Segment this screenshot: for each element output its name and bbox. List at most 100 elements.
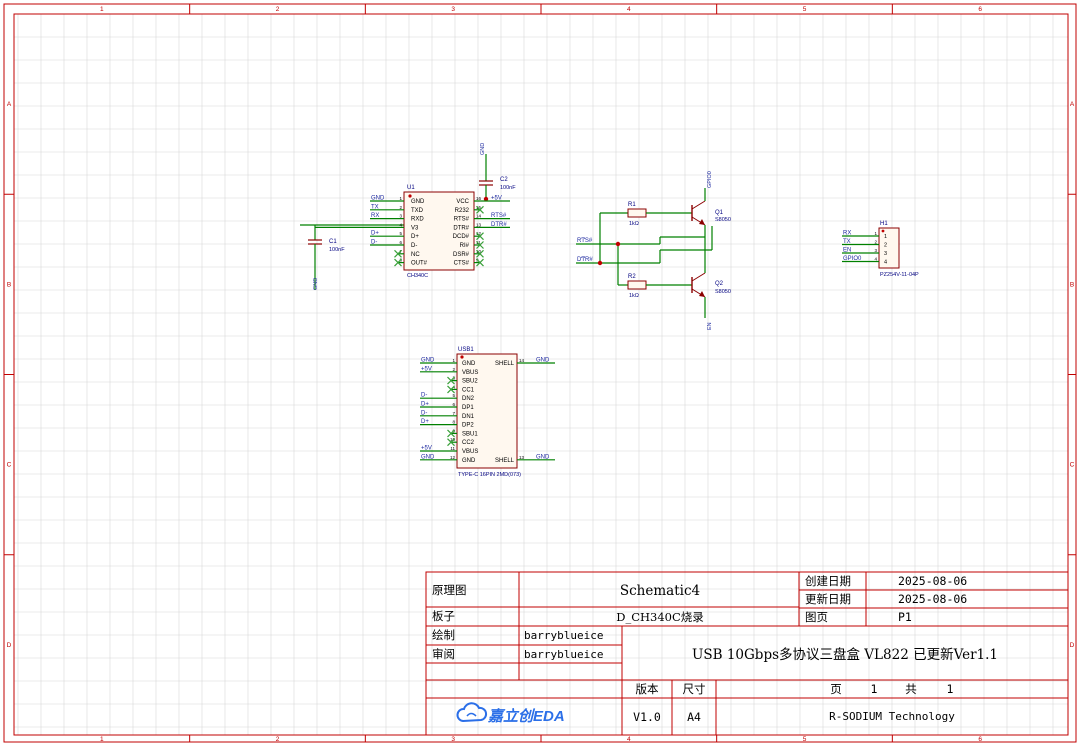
u1-pin-name: V3 xyxy=(411,225,419,231)
q2-value: S8050 xyxy=(715,289,731,295)
usb1-pin-number: 14 xyxy=(519,358,525,363)
usb1-net-label: GND xyxy=(421,358,435,364)
usb1-designator: USB1 xyxy=(458,347,474,353)
u1-pin-name: TXD xyxy=(411,208,424,214)
schematic-canvas: 112233445566A AB BC CD D C1 100nF GND C2 100… xyxy=(3,3,1077,743)
resistor-r1[interactable]: R1 1kΩ xyxy=(600,202,692,227)
frame-row-label: A xyxy=(1070,101,1075,108)
h1-net-label: TX xyxy=(843,239,851,245)
usb1-net-label: +5V xyxy=(421,446,432,452)
u1-net-label: D+ xyxy=(371,231,379,237)
usb1-net-label: +5V xyxy=(421,366,432,372)
h1-value: PZ254V-11-04P xyxy=(880,272,919,278)
usb1-pin-name: DP2 xyxy=(462,423,474,429)
usb1-pin-name: CC1 xyxy=(462,387,475,393)
frame-col-label: 1 xyxy=(100,6,104,13)
c2-value: 100nF xyxy=(500,185,516,191)
transistor-q2[interactable]: Q2 S8050 EN xyxy=(691,268,731,330)
usb1-pin-name: DP1 xyxy=(462,405,474,411)
q1-value: S8050 xyxy=(715,217,731,223)
frame-col-label: 4 xyxy=(627,6,631,13)
jlc-eda-logo: 嘉立创EDA xyxy=(456,702,565,725)
frame-col-label: 3 xyxy=(451,736,455,743)
chip-u1-ch340c[interactable]: U1CH340CGND1GNDTXD2TXRXD3RXV34D+5D+D-6D-… xyxy=(315,185,510,279)
frame-col-label: 4 xyxy=(627,736,631,743)
u1-net-label: DTR# xyxy=(491,222,507,228)
frame-col-label: 5 xyxy=(803,6,807,13)
r2-designator: R2 xyxy=(628,274,636,280)
u1-pin-number: 16 xyxy=(476,196,482,201)
r2-value: 1kΩ xyxy=(629,293,639,299)
h1-net-label: RX xyxy=(843,231,851,237)
u1-pin-name: OUT# xyxy=(411,261,428,267)
frame-col-label: 6 xyxy=(978,736,982,743)
usb1-pin-number: 12 xyxy=(450,455,456,460)
project-title: USB 10Gbps多协议三盘盒 VL822 已更新Ver1.1 xyxy=(692,646,998,663)
frame-col-label: 2 xyxy=(276,736,280,743)
label-board: 板子 xyxy=(432,609,455,623)
usb1-net-label: GND xyxy=(536,358,550,364)
usb1-value: TYPE-C 16PIN 2MD(073) xyxy=(458,472,521,478)
h1-pin-number: 1 xyxy=(884,234,887,240)
u1-pin-name: RI# xyxy=(460,243,470,249)
resistor-r2[interactable]: R2 1kΩ xyxy=(618,274,692,299)
h1-pin-number: 2 xyxy=(884,243,887,249)
u1-pin-number: 5 xyxy=(399,231,402,236)
label-size: 尺寸 xyxy=(683,682,706,696)
usb1-net-label: D- xyxy=(421,410,427,416)
u1-designator: U1 xyxy=(407,185,415,191)
created-date: 2025-08-06 xyxy=(898,574,967,588)
page-total: 1 xyxy=(947,682,954,696)
header-h1[interactable]: H1PZ254V-11-04PRX11TX22EN33GPIO044 xyxy=(842,221,919,278)
frame-col-label: 2 xyxy=(276,6,280,13)
usb1-net-label: GND xyxy=(536,454,550,460)
label-schematic: 原理图 xyxy=(432,583,467,597)
h1-pin-number-outer: 3 xyxy=(874,248,877,253)
u1-pin-name: RTS# xyxy=(454,217,470,223)
usb1-pin-number: 13 xyxy=(519,455,525,460)
usb1-pin-name: SHELL xyxy=(495,458,515,464)
q1-designator: Q1 xyxy=(715,210,724,216)
h1-pin-number: 4 xyxy=(884,260,887,266)
frame-row-label: B xyxy=(7,281,11,288)
frame-row-label: C xyxy=(1070,462,1075,469)
usb1-net-label: D- xyxy=(421,393,427,399)
u1-net-label: RTS# xyxy=(491,213,507,219)
u1-pin-number: 13 xyxy=(476,222,482,227)
usb1-pin-name: DN1 xyxy=(462,414,475,420)
page-number: 1 xyxy=(871,682,878,696)
title-block: 原理图 Schematic4 板子 D_CH340C烧录 绘制 barryblu… xyxy=(425,571,1069,736)
q2-designator: Q2 xyxy=(715,281,724,287)
u1-pin-name: VCC xyxy=(456,199,469,205)
frame-col-label: 6 xyxy=(978,6,982,13)
label-review: 审阅 xyxy=(432,647,455,661)
label-total: 共 xyxy=(905,682,917,696)
u1-pin-name: R232 xyxy=(455,208,470,214)
logo-text: 嘉立创EDA xyxy=(487,707,565,725)
u1-pin-number: 1 xyxy=(399,196,402,201)
u1-net-label: GND xyxy=(371,196,385,202)
u1-pin-name: RXD xyxy=(411,217,424,223)
q2-en-label: EN xyxy=(707,322,713,330)
label-updated: 更新日期 xyxy=(805,592,851,606)
q1-gpio0-label: GPIO0 xyxy=(707,171,713,188)
auto-reset-circuit: R1 1kΩ R2 1kΩ RTS# DTR# Q1 S8050 GPIO0 Q… xyxy=(576,171,731,330)
u1-pin-name: D- xyxy=(411,243,417,249)
capacitor-c2[interactable]: C2 100nF GND xyxy=(479,143,516,202)
h1-pin-number: 3 xyxy=(884,251,887,257)
usb1-net-label: D+ xyxy=(421,402,429,408)
usb1-pin-name: GND xyxy=(462,458,476,464)
u1-pin-name: CTS# xyxy=(454,261,470,267)
dtr-net-label: DTR# xyxy=(577,257,593,263)
u1-pin-name: GND xyxy=(411,199,425,205)
capacitor-c1[interactable]: C1 100nF GND xyxy=(300,224,404,290)
label-page: 图页 xyxy=(805,610,828,624)
label-drawn: 绘制 xyxy=(432,628,455,642)
u1-pin-number: 2 xyxy=(399,205,402,210)
cloud-icon xyxy=(456,702,488,723)
connector-usb1-typec[interactable]: USB1TYPE-C 16PIN 2MD(073)GND1GNDVBUS2+5V… xyxy=(420,347,555,478)
usb1-pin-number: 11 xyxy=(450,446,455,451)
h1-net-label: EN xyxy=(843,248,851,254)
h1-pin-number-outer: 1 xyxy=(874,231,877,236)
usb1-pin-name: DN2 xyxy=(462,396,475,402)
